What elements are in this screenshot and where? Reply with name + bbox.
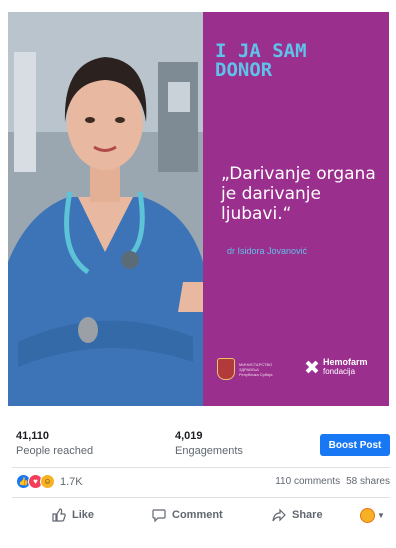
hemofarm-logo: Hemofarm fondacija — [305, 357, 368, 377]
comment-icon — [152, 509, 166, 522]
post-image[interactable]: I JA SAM DONOR „Darivanje organa je dari… — [8, 12, 389, 406]
share-button[interactable]: Share — [272, 508, 323, 522]
divider — [12, 467, 390, 468]
action-bar: Like Comment Share — [0, 500, 396, 530]
hemofarm-sub: fondacija — [323, 367, 356, 376]
like-label: Like — [72, 509, 95, 521]
hemofarm-name: Hemofarm — [323, 357, 368, 367]
people-reached-value: 41,110 — [16, 430, 50, 442]
reaction-summary[interactable]: 👍 ♥ ☺ 1.7K — [16, 474, 83, 489]
engagements-label: Engagements — [175, 445, 243, 457]
campaign-title: I JA SAM DONOR — [215, 42, 307, 80]
people-reached-label: People reached — [16, 445, 94, 457]
ministry-text: МИНИСТАРСТВО ЗДРАВЉА Република Србија — [239, 361, 273, 377]
boost-post-button[interactable]: Boost Post — [320, 434, 390, 456]
haha-icon: ☺ — [40, 474, 55, 489]
engagements[interactable]: 4,019 Engagements — [175, 430, 243, 457]
comments-count[interactable]: 110 comments — [275, 476, 340, 487]
insights-bar: 41,110 People reached 4,019 Engagements … — [0, 406, 396, 466]
audience-selector[interactable]: ▼ — [360, 508, 385, 523]
people-reached[interactable]: 41,110 People reached — [16, 430, 93, 457]
divider — [12, 497, 390, 498]
hemofarm-mark-icon — [305, 360, 319, 374]
quote-text: „Darivanje organa je darivanje ljubavi.“ — [221, 164, 376, 224]
engagements-value: 4,019 — [175, 430, 203, 442]
chevron-down-icon: ▼ — [377, 511, 385, 520]
engagement-counts: 110 comments 58 shares — [275, 476, 390, 487]
comment-label: Comment — [172, 509, 223, 521]
ministry-logo: МИНИСТАРСТВО ЗДРАВЉА Република Србија — [217, 358, 275, 380]
quote-author: dr Isidora Jovanović — [227, 246, 308, 256]
reaction-count: 1.7K — [60, 475, 83, 488]
audience-icon — [360, 508, 375, 523]
campaign-panel: I JA SAM DONOR „Darivanje organa je dari… — [203, 12, 389, 406]
share-label: Share — [292, 509, 323, 521]
comment-button[interactable]: Comment — [152, 508, 223, 522]
shares-count[interactable]: 58 shares — [346, 476, 390, 487]
doctor-photo — [8, 12, 203, 406]
doctor-illustration — [8, 12, 203, 406]
crest-icon — [217, 358, 235, 380]
campaign-title-line2: DONOR — [215, 59, 273, 81]
thumbs-up-icon — [52, 508, 66, 522]
like-button[interactable]: Like — [52, 508, 94, 522]
share-icon — [272, 508, 286, 522]
